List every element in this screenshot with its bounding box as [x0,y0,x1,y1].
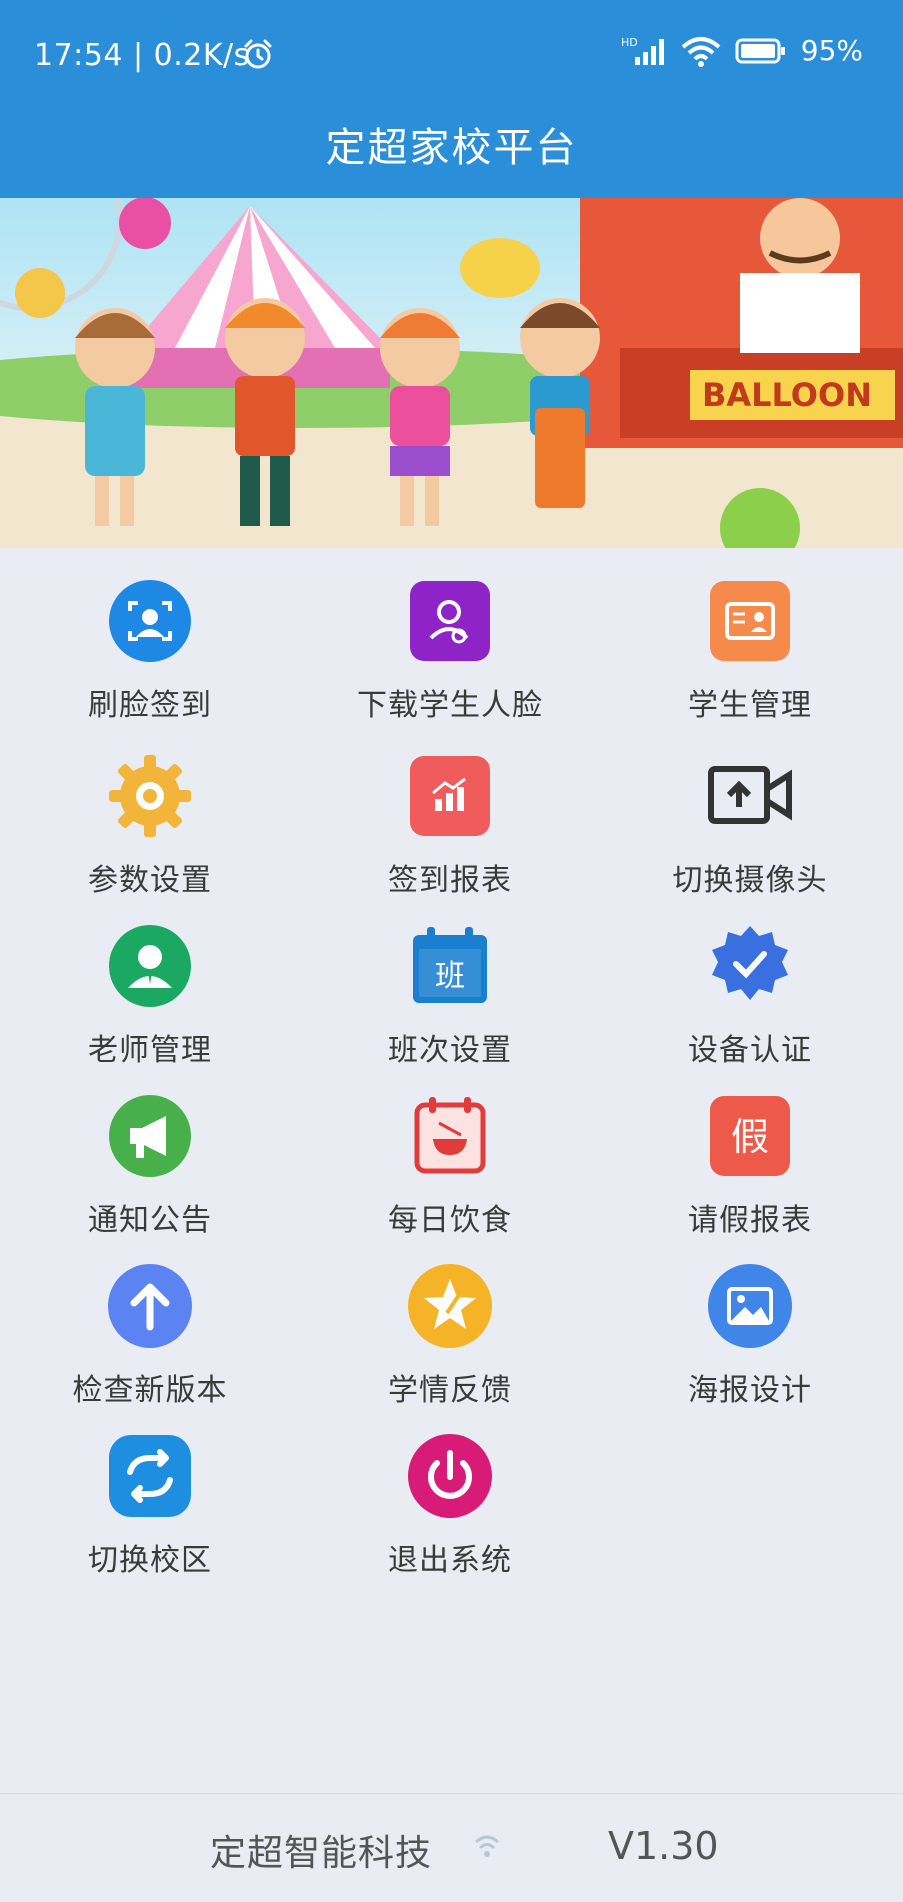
leave-icon: 假 [707,1093,793,1179]
svg-text:HD: HD [621,36,638,49]
menu-param-settings[interactable]: 参数设置 [0,753,300,918]
menu-student-manage[interactable]: 学生管理 [600,578,900,743]
status-icons: HD 95% [621,34,863,67]
menu-switch-campus[interactable]: 切换校区 [0,1433,300,1598]
megaphone-icon [107,1093,193,1179]
menu-label: 刷脸签到 [88,688,212,723]
wifi-icon [681,36,721,67]
menu-label: 设备认证 [688,1033,812,1068]
feedback-star-icon [407,1263,493,1349]
menu-label: 签到报表 [388,863,512,898]
battery-percent: 95% [800,34,863,67]
teacher-icon [107,923,193,1009]
update-arrow-icon [107,1263,193,1349]
menu-download-face[interactable]: 下载学生人脸 [300,578,600,743]
menu-label: 老师管理 [88,1033,212,1068]
camera-switch-icon [707,753,793,839]
footer: 定超智能科技 V1.30 [0,1794,903,1902]
menu-study-feedback[interactable]: 学情反馈 [300,1263,600,1428]
menu-face-checkin[interactable]: 刷脸签到 [0,578,300,743]
verified-badge-icon [707,923,793,1009]
balloon-sign: BALLOON [702,376,872,414]
battery-icon [735,38,785,63]
menu-label: 海报设计 [688,1373,812,1408]
menu-teacher-manage[interactable]: 老师管理 [0,923,300,1088]
menu-class-settings[interactable]: 班 班次设置 [300,923,600,1088]
leave-glyph: 假 [731,1115,769,1159]
menu-label: 切换摄像头 [672,863,828,898]
page-title: 定超家校平台 [325,125,578,171]
student-card-icon [707,578,793,664]
menu-label: 退出系统 [388,1543,512,1578]
menu-leave-report[interactable]: 假 请假报表 [600,1093,900,1258]
menu-poster-design[interactable]: 海报设计 [600,1263,900,1428]
switch-campus-icon [107,1433,193,1519]
menu-label: 每日饮食 [388,1203,512,1238]
gear-icon [107,753,193,839]
menu-label: 检查新版本 [72,1373,228,1408]
alarm-icon [244,39,272,69]
menu-label: 学生管理 [688,688,812,723]
signal-icon: HD [621,36,664,65]
company-name: 定超智能科技 [210,1833,433,1874]
face-scan-icon [107,578,193,664]
class-glyph: 班 [435,959,465,994]
menu-checkin-report[interactable]: 签到报表 [300,753,600,918]
power-icon [407,1433,493,1519]
menu-label: 参数设置 [88,863,212,898]
meal-calendar-icon [407,1093,493,1179]
chart-icon [407,753,493,839]
menu-check-update[interactable]: 检查新版本 [0,1263,300,1428]
menu-daily-meal[interactable]: 每日饮食 [300,1093,600,1258]
version-label: V1.30 [608,1824,719,1868]
class-calendar-icon: 班 [407,923,493,1009]
poster-image-icon [707,1263,793,1349]
download-face-icon [407,578,493,664]
menu-label: 请假报表 [688,1203,812,1238]
app-header: 17:54 | 0.2K/s HD 95% 定超家校平台 [0,0,903,200]
menu-label: 学情反馈 [388,1373,512,1408]
wifi-mark-icon [474,1835,500,1857]
menu-label: 切换校区 [88,1543,212,1578]
menu-label: 通知公告 [88,1203,212,1238]
menu-label: 下载学生人脸 [357,688,543,723]
status-time: 17:54 | 0.2K/s [34,38,250,73]
menu-logout[interactable]: 退出系统 [300,1433,600,1598]
banner-illustration: BALLOON [0,198,903,548]
menu-label: 班次设置 [388,1033,512,1068]
menu-switch-camera[interactable]: 切换摄像头 [600,753,900,918]
menu-notice[interactable]: 通知公告 [0,1093,300,1258]
menu-device-auth[interactable]: 设备认证 [600,923,900,1088]
